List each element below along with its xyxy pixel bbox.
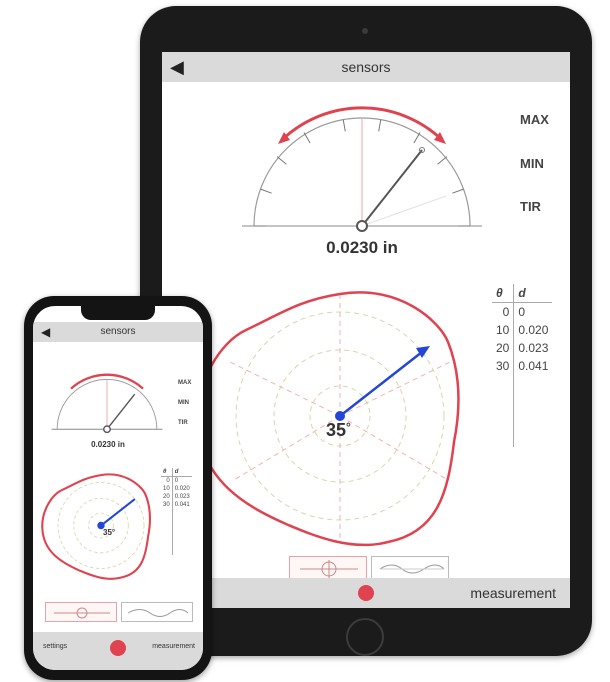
phone-record-button[interactable] <box>110 640 126 656</box>
table-row: 30 0.041 <box>161 501 192 509</box>
phone-polar-plot <box>41 473 152 580</box>
table-cell: 0.041 <box>518 359 549 373</box>
gauge <box>242 106 482 232</box>
phone-screen: ◀ sensors MAX MIN TIR 0.0230 in 35° θ d … <box>33 306 203 670</box>
table-cell: 0.023 <box>174 494 190 500</box>
table-row: 20 0.023 <box>161 493 192 501</box>
table-cell: 0.020 <box>518 323 549 337</box>
phone-max-label: MAX <box>178 380 192 386</box>
table-cell: 0 <box>492 302 515 321</box>
phone-polar-angle: 35 <box>103 528 112 537</box>
table-spacer-cell <box>514 375 553 447</box>
table-cell: 30 <box>161 501 173 509</box>
linear-view-toggle[interactable] <box>371 556 449 580</box>
table-row: 00 <box>492 302 552 321</box>
table-header-d: d <box>513 284 553 303</box>
phone-top-bar: ◀ sensors <box>33 322 203 342</box>
bottom-bar: ngs measurement <box>162 578 570 608</box>
table-row: 20 0.023 <box>492 339 552 357</box>
polar-angle: 35 <box>326 420 347 440</box>
table-cell: 0 <box>174 478 179 484</box>
measurement-button[interactable]: measurement <box>470 578 556 608</box>
phone-settings-button[interactable]: settings <box>43 632 67 662</box>
phone-reading-value: 0.0230 in <box>91 440 125 449</box>
table-header-row: θ d <box>492 284 553 303</box>
polar-angle-readout: 35° <box>326 420 351 441</box>
phone-bottom-bar: settings measurement <box>33 632 203 670</box>
table-cell: 0.023 <box>518 341 549 355</box>
table-spacer-cell <box>172 509 192 555</box>
table-header-theta: θ <box>161 468 173 477</box>
table-header-theta: θ <box>492 284 515 303</box>
table-row: 10 0.020 <box>492 321 552 339</box>
phone-gauge <box>51 373 163 434</box>
polar-view-icon <box>54 607 110 619</box>
table-cell: 30 <box>492 357 515 375</box>
table-spacer-cell <box>161 509 173 555</box>
max-label: MAX <box>520 112 549 127</box>
page-title: sensors <box>341 59 391 75</box>
phone-polar-view-toggle[interactable] <box>45 602 117 622</box>
phone-degree-symbol: ° <box>111 528 116 537</box>
table-cell: 20 <box>492 339 515 357</box>
phone-data-table: θ d 00 10 0.020 20 0.023 30 0.041 <box>161 468 192 555</box>
reading-value: 0.0230 in <box>326 238 398 257</box>
table-cell: 0.020 <box>174 486 190 492</box>
tablet-camera <box>362 28 368 34</box>
table-row: 00 <box>161 476 192 485</box>
table-row: 30 0.041 <box>492 357 552 375</box>
home-button[interactable] <box>346 618 384 656</box>
phone-tir-label: TIR <box>178 420 188 426</box>
tablet-screen: ◀ sensors MAX MIN TIR 0.0230 in 35° θ d … <box>162 52 570 608</box>
table-cell: 10 <box>492 321 515 339</box>
table-cell: 0 <box>518 305 526 319</box>
polar-view-toggle[interactable] <box>289 556 367 580</box>
phone-polar-angle-readout: 35° <box>103 528 115 537</box>
min-label: MIN <box>520 156 544 171</box>
phone-device: ◀ sensors MAX MIN TIR 0.0230 in 35° θ d … <box>24 296 212 680</box>
record-button[interactable] <box>358 585 374 601</box>
phone-min-label: MIN <box>178 400 189 406</box>
phone-measurement-button[interactable]: measurement <box>152 632 195 662</box>
table-row: 10 0.020 <box>161 485 192 493</box>
table-header-d: d <box>172 468 192 477</box>
table-cell: 20 <box>161 493 173 501</box>
tir-label: TIR <box>520 199 541 214</box>
table-spacer <box>161 509 192 555</box>
top-bar: ◀ sensors <box>162 52 570 82</box>
degree-symbol: ° <box>346 420 351 434</box>
table-spacer <box>492 375 552 447</box>
phone-linear-view-toggle[interactable] <box>121 602 193 622</box>
table-cell: 0 <box>161 476 173 485</box>
phone-page-title: sensors <box>100 326 136 337</box>
linear-view-icon <box>127 609 189 617</box>
data-table: θ d 00 10 0.020 20 0.023 30 0.041 <box>492 284 553 447</box>
table-header-row: θ d <box>161 468 192 477</box>
table-spacer-cell <box>492 375 515 447</box>
phone-notch <box>81 306 155 320</box>
table-cell: 10 <box>161 485 173 493</box>
table-cell: 0.041 <box>174 502 190 508</box>
